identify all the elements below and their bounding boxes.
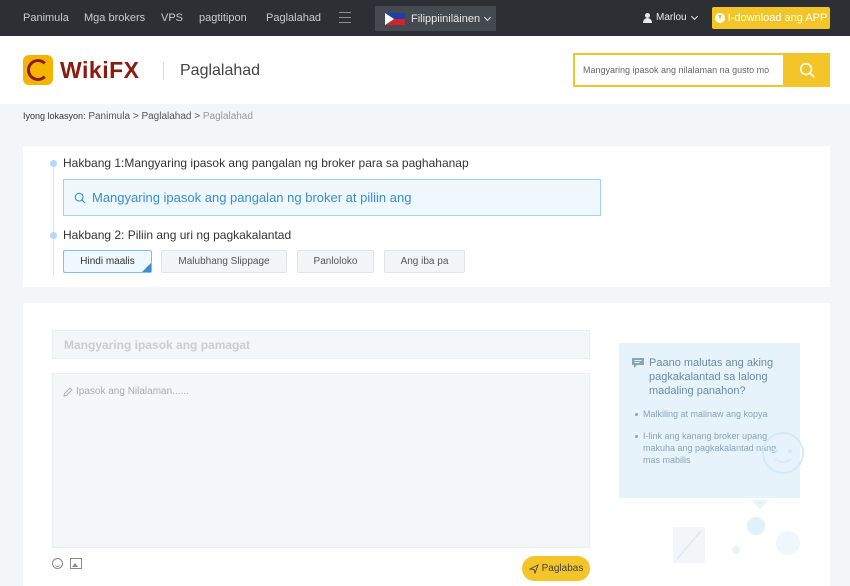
emoji-icon[interactable]: [52, 558, 63, 569]
step-2-label: Hakbang 2: Piliin ang uri ng pagkakalant…: [63, 228, 292, 242]
nav-item-paglalahad[interactable]: Paglalahad: [266, 12, 321, 24]
header-divider: [163, 62, 164, 80]
tips-heading: Paano malutas ang aking pagkakalantad sa…: [649, 357, 774, 397]
download-app-label: I-download ang APP: [727, 12, 828, 24]
pencil-icon: [63, 387, 73, 397]
top-nav-bar: Panimula Mga brokers VPS pagtitipon Pagl…: [0, 0, 850, 36]
chevron-down-icon: [690, 12, 698, 20]
breadcrumb-item[interactable]: Paglalahad: [141, 111, 191, 122]
send-icon: [528, 563, 539, 574]
breadcrumb-prefix: Iyong lokasyon:: [23, 111, 86, 121]
breadcrumb-item[interactable]: Panimula: [88, 111, 130, 122]
language-selector[interactable]: Filippiiniläinen: [375, 6, 496, 31]
search-input[interactable]: [575, 55, 785, 85]
step-1-label: Hakbang 1:Mangyaring ipasok ang pangalan…: [63, 156, 469, 170]
submit-label: Paglabas: [541, 563, 584, 574]
steps-panel: Hakbang 1:Mangyaring ipasok ang pangalan…: [23, 146, 830, 287]
download-icon: [714, 13, 725, 23]
chat-bubble-icon: [632, 358, 644, 368]
title-input[interactable]: Mangyaring ipasok ang pamagat: [52, 330, 590, 359]
type-option-panloloko[interactable]: Panloloko: [297, 250, 374, 273]
menu-icon[interactable]: [339, 12, 351, 23]
step-2-dot: [50, 232, 57, 239]
type-option-malubhang-slippage[interactable]: Malubhang Slippage: [161, 250, 287, 273]
nav-item-vps[interactable]: VPS: [161, 12, 183, 24]
wikifx-logo-icon[interactable]: [23, 55, 53, 85]
site-header: WikiFX Paglalahad: [0, 36, 850, 104]
chevron-down-icon: [484, 13, 492, 21]
submit-button[interactable]: Paglabas: [522, 556, 590, 581]
user-name: Marlou: [656, 12, 687, 23]
content-textarea[interactable]: Ipasok ang Nilalaman......: [52, 373, 590, 548]
broker-search-placeholder: Mangyaring ipasok ang pangalan ng broker…: [92, 190, 412, 205]
user-icon: [643, 12, 652, 23]
step-connector: [53, 166, 54, 276]
step-1-dot: [50, 160, 57, 167]
compose-panel: Mangyaring ipasok ang pamagat Ipasok ang…: [23, 303, 830, 586]
nav-item-panimula[interactable]: Panimula: [23, 12, 69, 24]
nav-item-brokers[interactable]: Mga brokers: [84, 12, 145, 24]
user-menu[interactable]: Marlou: [643, 12, 698, 23]
content-placeholder: Ipasok ang Nilalaman......: [76, 386, 189, 397]
nav-item-pagtitipon[interactable]: pagtitipon: [199, 12, 247, 24]
language-label: Filippiiniläinen: [411, 12, 481, 25]
search-icon: [74, 192, 86, 204]
broker-search-input[interactable]: Mangyaring ipasok ang pangalan ng broker…: [63, 179, 601, 216]
logo-text[interactable]: WikiFX: [60, 57, 139, 84]
breadcrumb-current: Paglalahad: [202, 111, 253, 122]
type-option-hindi-maalis[interactable]: Hindi maalis: [63, 250, 152, 273]
type-option-ang-iba-pa[interactable]: Ang iba pa: [384, 250, 465, 273]
search-icon: [799, 62, 815, 78]
philippines-flag-icon: [385, 12, 405, 25]
page-title: Paglalahad: [180, 62, 261, 79]
download-app-button[interactable]: I-download ang APP: [712, 7, 830, 29]
search-button[interactable]: [783, 53, 830, 87]
image-icon[interactable]: [70, 558, 82, 569]
breadcrumb: Iyong lokasyon: Panimula > Paglalahad > …: [23, 111, 253, 122]
breadcrumb-separator: >: [132, 111, 139, 122]
decorative-illustration: [673, 432, 804, 563]
tip-item: Malkiling at malinaw ang kopya: [635, 408, 788, 420]
breadcrumb-separator: >: [194, 111, 201, 122]
search-box: [573, 53, 830, 87]
